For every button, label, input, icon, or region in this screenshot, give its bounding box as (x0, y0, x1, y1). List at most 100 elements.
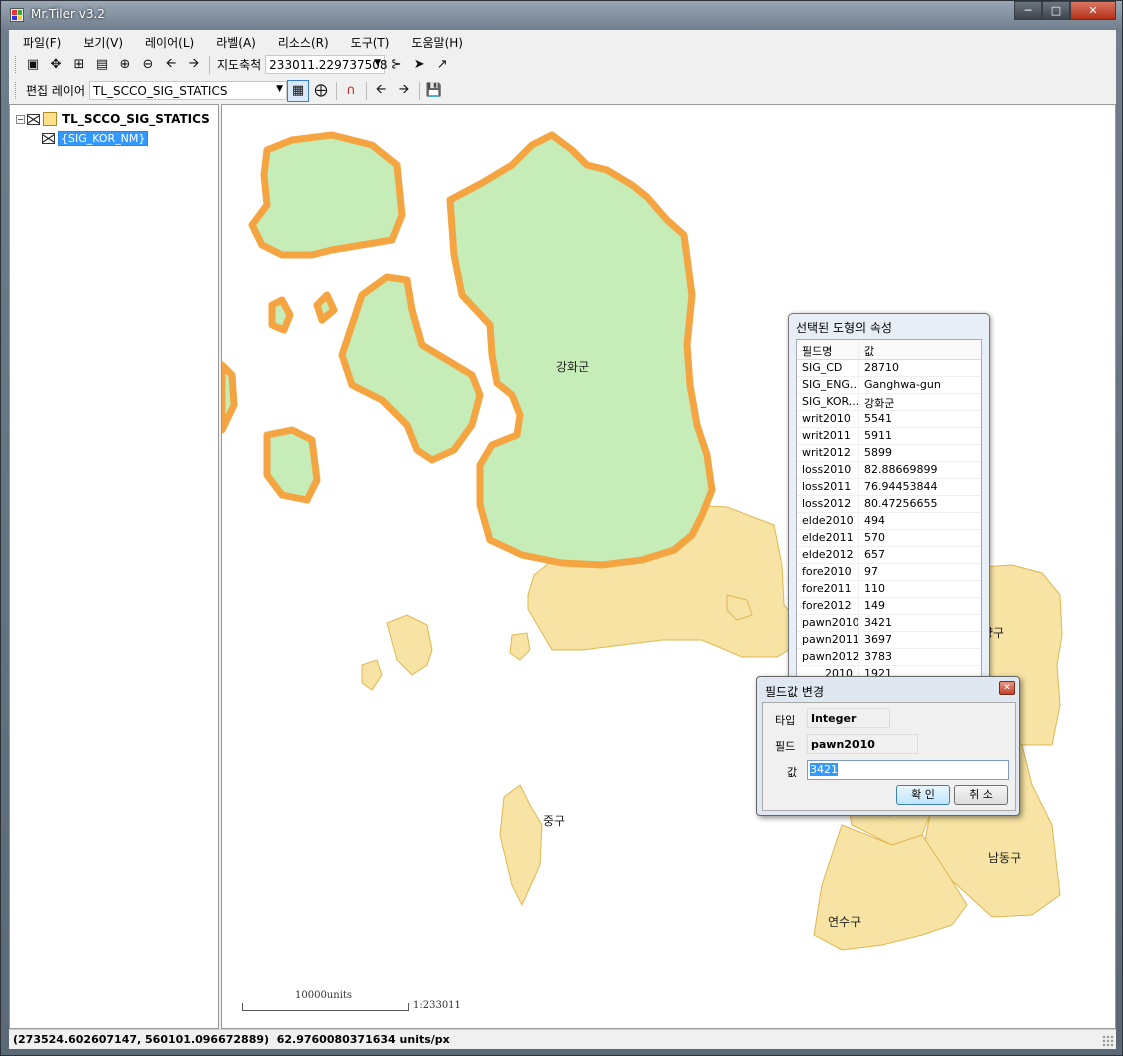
magnet-icon[interactable]: ∩ (340, 80, 362, 102)
attribute-field-name: loss2012 (797, 496, 859, 512)
toolbar-grip[interactable] (15, 56, 18, 73)
region-jung-gu-west (386, 614, 433, 676)
zoom-out-icon[interactable]: ⊖ (137, 54, 159, 76)
client-area: 파일(F) 보기(V) 레이어(L) 라벨(A) 리소스(R) 도구(T) 도움… (9, 30, 1116, 1049)
type-label: 타입 (775, 714, 796, 727)
menu-tools[interactable]: 도구(T) (337, 30, 398, 52)
scale-bar-line (242, 1003, 409, 1011)
attribute-field-name: fore2010 (797, 564, 859, 580)
scale-combo[interactable]: 233011.229737508 ▼ (265, 55, 388, 74)
menu-resource[interactable]: 리소스(R) (264, 30, 337, 52)
tile-icon[interactable]: ▤ (91, 54, 113, 76)
pan-icon[interactable]: ✥ (45, 54, 67, 76)
attribute-field-value: 3783 (864, 650, 892, 663)
attribute-field-name: elde2010 (797, 513, 859, 529)
visibility-checkbox[interactable] (27, 113, 40, 125)
table-row[interactable]: elde2010 494 (797, 513, 981, 530)
zoom-in-icon[interactable]: ⊕ (114, 54, 136, 76)
minimize-button[interactable]: ─ (1014, 1, 1042, 20)
scale-bar: 10000units 1:233011 (242, 989, 642, 1011)
region-ganghwa-kyodong (248, 131, 406, 259)
undo-arrow-icon[interactable]: 🡨 (370, 80, 392, 102)
type-field: Integer (807, 708, 890, 728)
close-button[interactable]: ✕ (1070, 1, 1116, 20)
full-extent-icon[interactable]: ▣ (22, 54, 44, 76)
table-row[interactable]: SIG_ENG... Ganghwa-gun (797, 377, 981, 394)
save-icon[interactable]: 💾 (423, 80, 445, 102)
table-row[interactable]: SIG_KOR... 강화군 (797, 394, 981, 411)
close-icon[interactable]: ✕ (999, 681, 1015, 695)
attribute-field-value: 110 (864, 582, 885, 595)
title-bar[interactable]: Mr.Tiler v3.2 ─ □ ✕ (1, 1, 1122, 29)
edit-layer-value: TL_SCCO_SIG_STATICS (93, 83, 228, 98)
attribute-field-value: 76.94453844 (864, 480, 938, 493)
table-row[interactable]: loss2010 82.88669899 (797, 462, 981, 479)
attribute-field-value: 570 (864, 531, 885, 544)
table-row[interactable]: fore2012 149 (797, 598, 981, 615)
table-row[interactable]: fore2011 110 (797, 581, 981, 598)
toolbar-grip[interactable] (15, 82, 18, 99)
menu-view[interactable]: 보기(V) (69, 30, 131, 52)
field-name-field: pawn2010 (807, 734, 918, 754)
measure-icon[interactable]: ⊱ (385, 54, 407, 76)
grid-icon[interactable]: ⊞ (68, 54, 90, 76)
attribute-field-name: pawn2012 (797, 649, 859, 665)
edit-layer-combo[interactable]: TL_SCCO_SIG_STATICS ▼ (89, 81, 288, 100)
table-row[interactable]: writ2012 5899 (797, 445, 981, 462)
label-visibility-checkbox[interactable] (42, 132, 55, 144)
value-input[interactable]: 3421 (807, 760, 1009, 780)
maximize-button[interactable]: □ (1042, 1, 1070, 20)
label-field: {SIG_KOR_NM} (58, 130, 149, 146)
edit-shape-icon[interactable]: ▦ (287, 79, 310, 102)
ok-button[interactable]: 확 인 (896, 785, 950, 805)
attribute-field-value: 3697 (864, 633, 892, 646)
menu-layer[interactable]: 레이어(L) (131, 30, 202, 52)
label-tree-item[interactable]: {SIG_KOR_NM} (42, 130, 149, 146)
menu-file[interactable]: 파일(F) (9, 30, 69, 52)
back-arrow-icon[interactable]: 🡨 (160, 54, 182, 76)
select-arrow-icon[interactable]: ➤ (408, 54, 430, 76)
table-row[interactable]: fore2010 97 (797, 564, 981, 581)
table-row[interactable]: elde2012 657 (797, 547, 981, 564)
attribute-field-value: 494 (864, 514, 885, 527)
scale-value: 233011.229737508 (269, 57, 388, 72)
table-row[interactable]: pawn2012 3783 (797, 649, 981, 666)
table-row[interactable]: elde2011 570 (797, 530, 981, 547)
map-label-namdong-gu: 남동구 (988, 851, 1022, 865)
attribute-field-value: 149 (864, 599, 885, 612)
table-row[interactable]: loss2011 76.94453844 (797, 479, 981, 496)
dialog-title: 필드값 변경 (765, 685, 825, 699)
scale-bar-units: 10000units (295, 990, 353, 1001)
menu-help[interactable]: 도움말(H) (397, 30, 471, 52)
resize-grip-icon[interactable] (1102, 1035, 1114, 1047)
attribute-field-name: loss2011 (797, 479, 859, 495)
attribute-field-name: writ2012 (797, 445, 859, 461)
table-row[interactable]: pawn2011 3697 (797, 632, 981, 649)
export-icon[interactable]: ↗ (431, 54, 453, 76)
forward-arrow-icon[interactable]: 🡪 (183, 54, 205, 76)
scale-bar-ratio: 1:233011 (413, 1000, 461, 1011)
table-row[interactable]: SIG_CD 28710 (797, 360, 981, 377)
table-row[interactable]: loss2012 80.47256655 (797, 496, 981, 513)
column-header-field[interactable]: 필드명 (797, 340, 859, 359)
layer-tree-item[interactable]: − TL_SCCO_SIG_STATICS (16, 111, 210, 127)
collapse-icon[interactable]: − (16, 114, 25, 124)
app-window: Mr.Tiler v3.2 ─ □ ✕ 파일(F) 보기(V) 레이어(L) 라… (0, 0, 1123, 1056)
cancel-button[interactable]: 취 소 (954, 785, 1008, 805)
map-label-jung-gu: 중구 (543, 814, 566, 828)
map-canvas[interactable]: 강화군 중구 동구 남구 남동구 연수구 양구 10000units 1:233… (221, 104, 1116, 1029)
menu-label[interactable]: 라벨(A) (202, 30, 264, 52)
region-jung-gu-island (499, 784, 543, 907)
column-header-value[interactable]: 값 (859, 340, 981, 359)
attribute-field-name: loss2010 (797, 462, 859, 478)
table-row[interactable]: writ2011 5911 (797, 428, 981, 445)
attribute-field-name: writ2010 (797, 411, 859, 427)
add-shape-icon[interactable]: ⨁ (310, 80, 332, 102)
status-bar: (273524.602607147, 560101.096672889) 62.… (9, 1029, 1116, 1049)
region-ganghwa-islet3 (222, 361, 238, 434)
table-row[interactable]: writ2010 5541 (797, 411, 981, 428)
redo-arrow-icon[interactable]: 🡪 (393, 80, 415, 102)
ganghwa-selected (222, 131, 716, 569)
table-row[interactable]: pawn2010 3421 (797, 615, 981, 632)
edit-toolbar: 편집 레이어 TL_SCCO_SIG_STATICS ▼ ▦ ⨁ ∩ 🡨 🡪 💾 (9, 78, 1116, 103)
